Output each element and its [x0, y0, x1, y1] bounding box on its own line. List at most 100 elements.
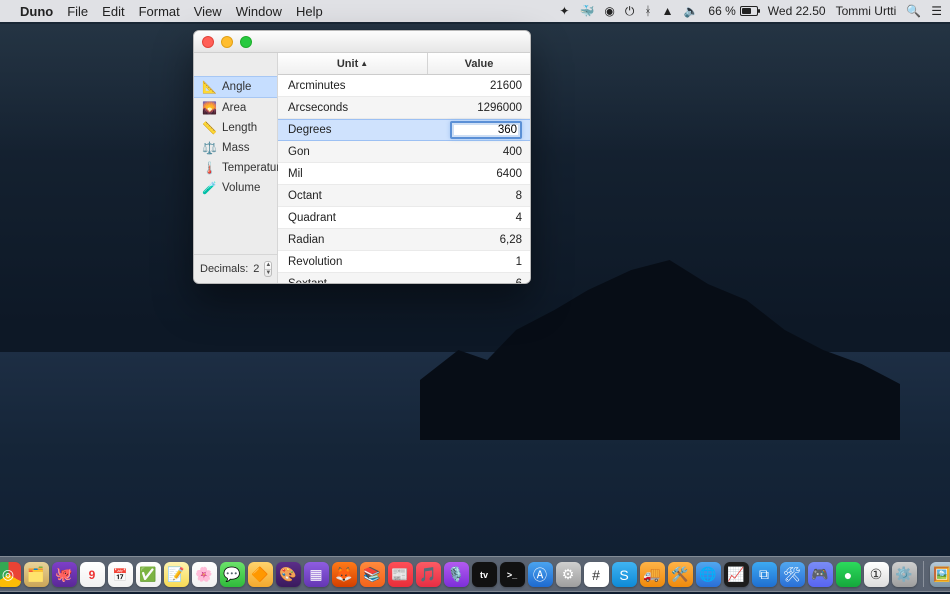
table-row[interactable]: Arcminutes 21600 [278, 75, 530, 97]
dock-app-podcasts[interactable]: 🎙️ [444, 562, 469, 587]
menu-window[interactable]: Window [236, 4, 282, 19]
puzzle-icon[interactable]: ✦ [559, 4, 569, 18]
dock-app-finder-window[interactable]: 🗂️ [24, 562, 49, 587]
dock-app-appletv[interactable]: tv [472, 562, 497, 587]
battery-status[interactable]: 66 % [708, 4, 757, 18]
notification-center-icon[interactable]: ☰ [931, 4, 942, 18]
user-name[interactable]: Tommi Urtti [836, 4, 897, 18]
dock-app-desktop-image[interactable]: 🖼️ [930, 562, 950, 587]
dock-app-pixelmator[interactable]: 🎨 [276, 562, 301, 587]
value-cell: 400 [503, 146, 522, 158]
dock-app-google-earth[interactable]: 🌐 [696, 562, 721, 587]
dock-app-discord[interactable]: 🎮 [808, 562, 833, 587]
dock-app-calendar[interactable]: 📅 [108, 562, 133, 587]
app-menus: Duno File Edit Format View Window Help [20, 4, 323, 19]
dock-app-news[interactable]: 📰 [388, 562, 413, 587]
titlebar[interactable] [194, 31, 530, 53]
menu-format[interactable]: Format [139, 4, 180, 19]
dock-app-fantastical[interactable]: 9 [80, 562, 105, 587]
unit-cell: Radian [288, 234, 324, 246]
value-input[interactable] [450, 121, 522, 139]
dock-app-system-preferences[interactable]: ⚙️ [892, 562, 917, 587]
dock-separator [923, 561, 924, 587]
column-header-value[interactable]: Value [428, 53, 530, 74]
dock-app-vscode[interactable]: ⧉ [752, 562, 777, 587]
sidebar-item-mass[interactable]: ⚖️ Mass [194, 138, 277, 158]
dock-app-app-store[interactable]: Ⓐ [528, 562, 553, 587]
sidebar-item-label: Temperature [222, 162, 287, 174]
docker-icon[interactable]: 🐳 [579, 4, 594, 18]
dock-app-slack[interactable]: # [584, 562, 609, 587]
menu-edit[interactable]: Edit [102, 4, 124, 19]
decimals-stepper[interactable]: ▲ ▼ [264, 261, 272, 277]
clock[interactable]: Wed 22.50 [768, 4, 826, 18]
menu-bar-status: ✦ 🐳 ◉ ⏻ ᚼ ▲ 🔈 66 % Wed 22.50 Tommi Urtti… [559, 4, 942, 19]
menu-view[interactable]: View [194, 4, 222, 19]
sidebar-item-angle[interactable]: 📐 Angle [194, 76, 277, 98]
unit-cell: Degrees [288, 124, 331, 136]
dock-app-reminders[interactable]: ✅ [136, 562, 161, 587]
window-close-button[interactable] [202, 36, 214, 48]
stepper-up-icon[interactable]: ▲ [265, 262, 271, 270]
dock-app-cleanmymac[interactable]: 🛠️ [668, 562, 693, 587]
gpu-icon[interactable]: ◉ [604, 4, 614, 18]
table-row[interactable]: Sextant 6 [278, 273, 530, 283]
dock-app-unknown-purple[interactable]: ▦ [304, 562, 329, 587]
table-row[interactable]: Gon 400 [278, 141, 530, 163]
value-cell: 1 [516, 256, 522, 268]
dock-app-sketch[interactable]: 🔶 [248, 562, 273, 587]
vpn-icon[interactable]: ⏻ [625, 4, 635, 19]
dock-app-books[interactable]: 📚 [360, 562, 385, 587]
value-cell: 1296000 [477, 102, 522, 114]
stepper-down-icon[interactable]: ▼ [265, 270, 271, 277]
dock-app-terminal[interactable]: >_ [500, 562, 525, 587]
wifi-icon[interactable]: ▲ [662, 4, 674, 18]
dock-app-notes[interactable]: 📝 [164, 562, 189, 587]
spotlight-icon[interactable]: 🔍 [906, 4, 921, 18]
menu-help[interactable]: Help [296, 4, 323, 19]
dock-app-chrome[interactable]: ◎ [0, 562, 21, 587]
dock-app-messages[interactable]: 💬 [220, 562, 245, 587]
dock-app-github-desktop[interactable]: 🐙 [52, 562, 77, 587]
sidebar-item-temperature[interactable]: 🌡️ Temperature [194, 158, 277, 178]
sidebar-item-area[interactable]: 🌄 Area [194, 98, 277, 118]
unit-cell: Octant [288, 190, 322, 202]
table-row[interactable]: Quadrant 4 [278, 207, 530, 229]
sidebar-item-label: Mass [222, 142, 249, 154]
table-rows[interactable]: Arcminutes 21600Arcseconds 1296000 Degree… [278, 75, 530, 283]
dock-app-unknown-gray[interactable]: ⚙︎ [556, 562, 581, 587]
table-row[interactable]: Octant 8 [278, 185, 530, 207]
window-minimize-button[interactable] [221, 36, 233, 48]
dock-app-1password[interactable]: ① [864, 562, 889, 587]
sidebar-item-volume[interactable]: 🧪 Volume [194, 178, 277, 198]
decimals-label: Decimals: [200, 263, 248, 275]
volume-icon[interactable]: 🔈 [683, 4, 698, 18]
sidebar-item-length[interactable]: 📏 Length [194, 118, 277, 138]
dock-app-spotify[interactable]: ● [836, 562, 861, 587]
battery-icon [740, 6, 758, 16]
dock-app-music[interactable]: 🎵 [416, 562, 441, 587]
sidebar-icon-area: 🌄 [202, 101, 216, 115]
table-row[interactable]: Degrees [278, 119, 530, 141]
unit-cell: Quadrant [288, 212, 336, 224]
dock-app-photos[interactable]: 🌸 [192, 562, 217, 587]
sidebar-icon-angle: 📐 [202, 80, 216, 94]
value-cell: 6400 [496, 168, 522, 180]
table-row[interactable]: Arcseconds 1296000 [278, 97, 530, 119]
column-header-unit[interactable]: Unit ▲ [278, 53, 428, 74]
menu-file[interactable]: File [67, 4, 88, 19]
dock-app-xcode[interactable]: 🛠 [780, 562, 805, 587]
dock-app-transmit[interactable]: 🚚 [640, 562, 665, 587]
dock-app-skype[interactable]: S [612, 562, 637, 587]
bluetooth-icon[interactable]: ᚼ [644, 4, 651, 18]
table-header[interactable]: Unit ▲ Value [278, 53, 530, 75]
sidebar-icon-mass: ⚖️ [202, 141, 216, 155]
window-maximize-button[interactable] [240, 36, 252, 48]
category-sidebar: 📐 Angle🌄 Area📏 Length⚖️ Mass🌡️ Temperatu… [194, 53, 278, 283]
table-row[interactable]: Radian 6,28 [278, 229, 530, 251]
table-row[interactable]: Mil 6400 [278, 163, 530, 185]
menu-app-name[interactable]: Duno [20, 4, 53, 19]
dock-app-activity-monitor[interactable]: 📈 [724, 562, 749, 587]
table-row[interactable]: Revolution 1 [278, 251, 530, 273]
dock-app-firefox[interactable]: 🦊 [332, 562, 357, 587]
